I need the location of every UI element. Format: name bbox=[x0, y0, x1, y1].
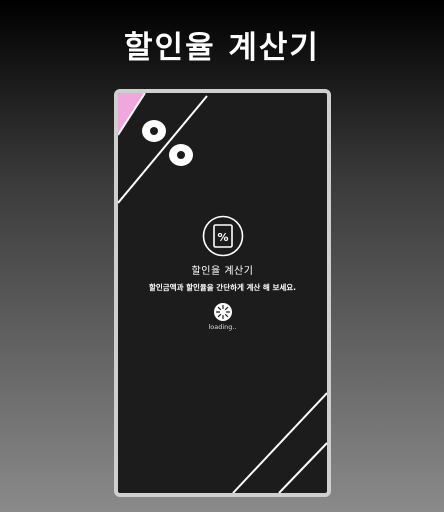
loading-text: loading.. bbox=[208, 323, 237, 331]
right-eye bbox=[169, 144, 193, 166]
bottom-diagonal-line-1 bbox=[232, 392, 327, 493]
promo-headline: 할인율 계산기 bbox=[124, 30, 320, 66]
app-description: 할인금액과 할인율을 간단하게 계산 해 보세요. bbox=[148, 283, 296, 292]
percent-symbol: % bbox=[217, 231, 228, 244]
app-name: 할인율 계산기 bbox=[191, 266, 254, 277]
percent-app-icon: % bbox=[202, 215, 243, 257]
loading-spinner-icon bbox=[213, 303, 232, 321]
splash-content: % 할인율 계산기 할인금액과 할인율을 간단하게 계산 해 보세요. load… bbox=[118, 215, 327, 331]
bottom-diagonal-line-2 bbox=[278, 442, 327, 493]
left-eye bbox=[142, 120, 166, 142]
phone-frame: % 할인율 계산기 할인금액과 할인율을 간단하게 계산 해 보세요. load… bbox=[114, 89, 331, 497]
